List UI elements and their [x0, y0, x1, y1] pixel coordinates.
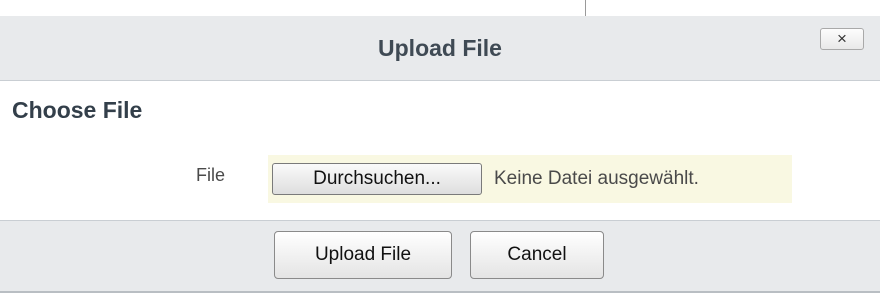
dialog-header: Upload File ×	[0, 16, 880, 81]
upload-file-button[interactable]: Upload File	[274, 231, 452, 279]
section-heading: Choose File	[12, 97, 143, 123]
browse-button[interactable]: Durchsuchen...	[272, 163, 482, 195]
background-divider	[585, 0, 586, 16]
file-field-label: File	[196, 165, 226, 185]
dialog-footer: Upload File Cancel	[0, 220, 880, 293]
file-input[interactable]: Durchsuchen... Keine Datei ausgewählt.	[268, 155, 792, 203]
dialog-title: Upload File	[378, 35, 502, 61]
upload-file-dialog: Upload File × Choose File File Durchsuch…	[0, 16, 880, 293]
close-icon: ×	[837, 29, 847, 48]
cancel-button[interactable]: Cancel	[470, 231, 604, 279]
close-button[interactable]: ×	[820, 28, 864, 50]
choose-file-section: Choose File File Durchsuchen... Keine Da…	[0, 81, 880, 221]
file-status-text: Keine Datei ausgewählt.	[494, 168, 699, 189]
